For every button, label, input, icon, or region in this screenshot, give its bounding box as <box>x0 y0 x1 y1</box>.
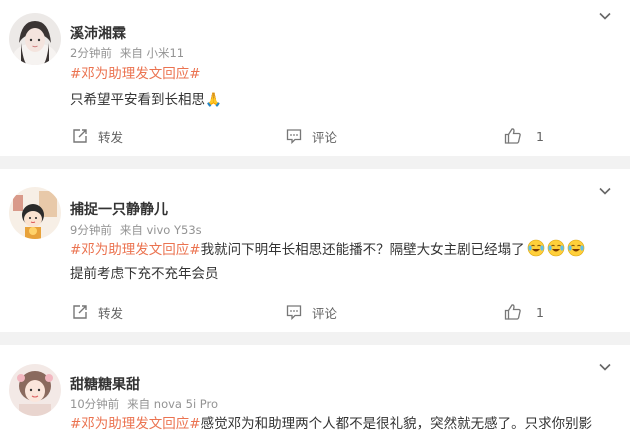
post-body: #邓为助理发文回应#感觉邓为和助理两个人都不是很礼貌，突然就无感了。只求你别影 <box>70 414 592 434</box>
hashtag-link[interactable]: #邓为助理发文回应# <box>70 242 201 258</box>
like-count: 1 <box>536 304 544 320</box>
post-source: 来自 nova 5i Pro <box>127 397 219 411</box>
post-source: 来自 vivo Y53s <box>119 223 202 237</box>
comment-button[interactable]: 评论 <box>286 124 337 148</box>
avatar[interactable] <box>9 364 61 416</box>
chevron-down-icon[interactable] <box>598 360 612 374</box>
chevron-down-icon[interactable] <box>598 9 612 23</box>
comment-button[interactable]: 评论 <box>286 300 337 324</box>
chevron-down-icon[interactable] <box>598 184 612 198</box>
action-bar: 转发 评论 1 <box>0 124 630 148</box>
post-body-continued: 提前考虑下充不充年会员 <box>70 266 219 282</box>
comment-label: 评论 <box>312 129 338 145</box>
comment-icon <box>286 129 302 144</box>
like-button[interactable]: 1 <box>504 300 544 324</box>
comment-card: 甜糖糖果甜 10分钟前 来自 nova 5i Pro #邓为助理发文回应#感觉邓为… <box>0 345 630 436</box>
laugh-cry-icon <box>567 239 584 257</box>
like-button[interactable]: 1 <box>504 124 544 148</box>
post-source: 来自 小米11 <box>119 46 185 60</box>
comment-label: 评论 <box>312 305 338 321</box>
post-body: 只希望平安看到长相思🙏 <box>70 92 222 108</box>
post-meta: 9分钟前 来自 vivo Y53s <box>70 222 202 238</box>
share-label: 转发 <box>98 129 124 145</box>
username[interactable]: 溪沛湘霖 <box>70 23 126 43</box>
comment-card: 捕捉一只静静儿 9分钟前 来自 vivo Y53s #邓为助理发文回应#我就问下明… <box>0 169 630 332</box>
action-bar: 转发 评论 1 <box>0 300 630 324</box>
laugh-cry-icon <box>527 239 544 257</box>
like-count: 1 <box>536 128 544 144</box>
post-time: 2分钟前 <box>70 46 112 60</box>
thumbs-up-icon <box>504 304 521 320</box>
post-time: 10分钟前 <box>70 397 120 411</box>
share-label: 转发 <box>98 305 124 321</box>
username[interactable]: 捕捉一只静静儿 <box>70 199 168 219</box>
post-hashtag-line: #邓为助理发文回应# <box>70 64 201 84</box>
post-body-text: 感觉邓为和助理两个人都不是很礼貌，突然就无感了。只求你别影 <box>200 416 593 432</box>
post-meta: 2分钟前 来自 小米11 <box>70 45 184 61</box>
post-time: 9分钟前 <box>70 223 112 237</box>
hashtag-link[interactable]: #邓为助理发文回应# <box>70 66 201 82</box>
laugh-cry-icon <box>547 239 564 257</box>
username[interactable]: 甜糖糖果甜 <box>70 374 140 394</box>
hashtag-link[interactable]: #邓为助理发文回应# <box>70 416 201 432</box>
thumbs-up-icon <box>504 128 521 144</box>
avatar[interactable] <box>9 13 61 65</box>
post-body-text: 我就问下明年长相思还能播不？隔壁大女主剧已经塌了 <box>200 242 525 258</box>
share-button[interactable]: 转发 <box>72 300 123 324</box>
post-meta: 10分钟前 来自 nova 5i Pro <box>70 396 218 412</box>
comment-card: 溪沛湘霖 2分钟前 来自 小米11 #邓为助理发文回应# 只希望平安看到长相思🙏 … <box>0 0 630 156</box>
avatar[interactable] <box>9 187 61 239</box>
share-button[interactable]: 转发 <box>72 124 123 148</box>
post-body: #邓为助理发文回应#我就问下明年长相思还能播不？隔壁大女主剧已经塌了 <box>70 239 585 260</box>
share-icon <box>73 129 87 143</box>
share-icon <box>73 305 87 319</box>
comment-icon <box>286 305 302 320</box>
